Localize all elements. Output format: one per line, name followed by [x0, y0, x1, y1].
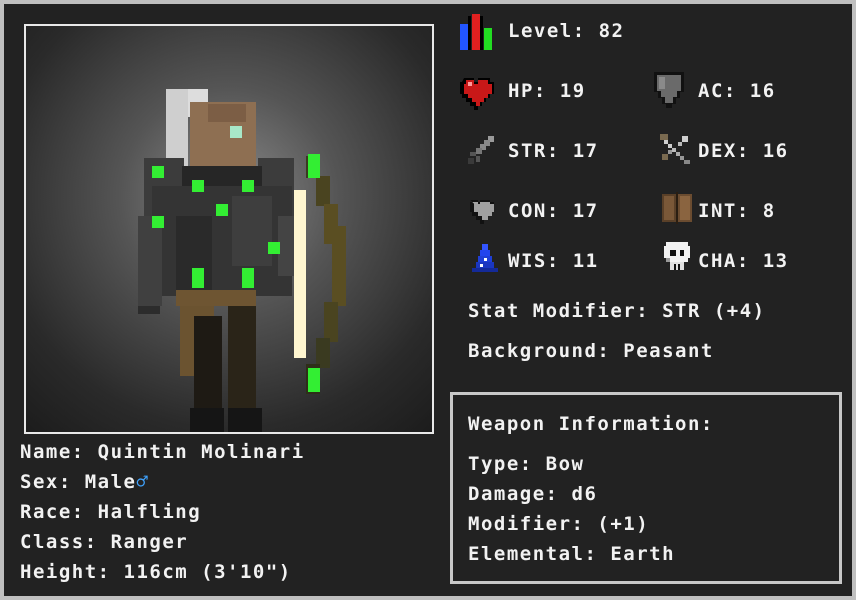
sex-label: Sex: Male [20, 471, 137, 493]
cha-label: CHA: 13 [698, 250, 789, 272]
grey-heart-icon [470, 200, 494, 224]
con-label: CON: 17 [508, 200, 599, 222]
weapon-elemental-label: Elemental: Earth [468, 543, 676, 565]
crossed-weapons-icon [660, 134, 690, 164]
height-label: Height: 116cm (3'10") [20, 561, 292, 583]
race-label: Race: Halfling [20, 501, 202, 523]
level-label: Level: 82 [508, 20, 625, 42]
character-card: Name: Quintin Molinari Sex: Male♂ Race: … [4, 4, 852, 596]
name-label: Name: Quintin Molinari [20, 441, 305, 463]
dex-label: DEX: 16 [698, 140, 789, 162]
weapon-type-label: Type: Bow [468, 453, 585, 475]
sword-icon [468, 136, 494, 164]
hp-label: HP: 19 [508, 80, 586, 102]
character-portrait [24, 24, 434, 434]
wis-label: WIS: 11 [508, 250, 599, 272]
skull-icon [664, 242, 690, 270]
stat-modifier-label: Stat Modifier: STR (+4) [468, 300, 766, 322]
book-icon [662, 192, 692, 224]
male-symbol-icon: ♂ [136, 471, 150, 493]
background-label: Background: Peasant [468, 340, 714, 362]
shield-icon [654, 72, 684, 108]
class-label: Class: Ranger [20, 531, 189, 553]
heart-icon [460, 78, 494, 110]
level-bars-icon [460, 14, 492, 50]
wizard-hat-icon [472, 244, 498, 272]
str-label: STR: 17 [508, 140, 599, 162]
sex-row: Sex: Male♂ [20, 471, 149, 493]
weapon-info-panel: Weapon Information: Type: Bow Damage: d6… [450, 392, 842, 584]
ac-label: AC: 16 [698, 80, 776, 102]
weapon-modifier-label: Modifier: (+1) [468, 513, 650, 535]
weapon-heading: Weapon Information: [468, 413, 714, 435]
weapon-damage-label: Damage: d6 [468, 483, 598, 505]
int-label: INT: 8 [698, 200, 776, 222]
